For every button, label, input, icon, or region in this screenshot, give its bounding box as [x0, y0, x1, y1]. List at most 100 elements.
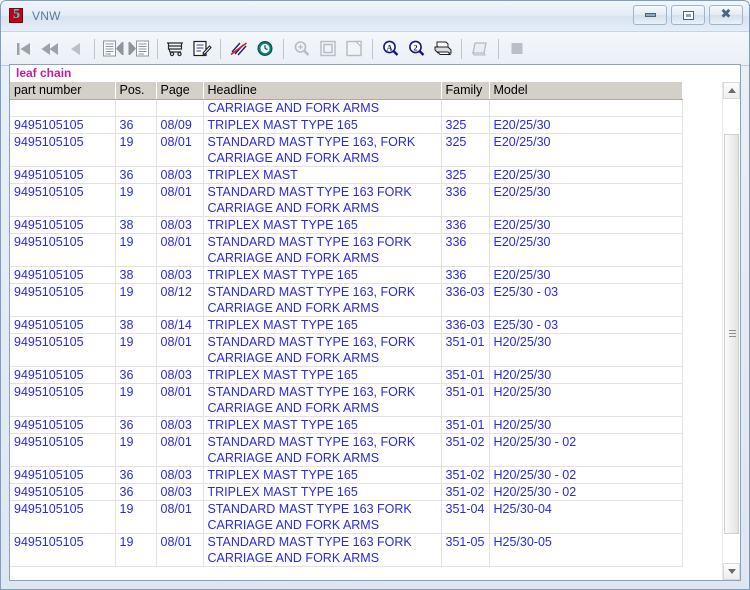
cell-page: 08/01 — [156, 433, 204, 467]
cell-family — [441, 99, 490, 117]
cell-model: H20/25/30 — [489, 416, 683, 434]
table-row[interactable]: 9495105105 36 08/03 TRIPLEX MAST TYPE 165 35… — [10, 466, 683, 484]
cell-pos: 19 — [115, 433, 157, 467]
no-hatch-icon[interactable] — [226, 36, 252, 62]
scroll-up-button[interactable] — [723, 82, 740, 99]
cell-model: H20/25/30 - 02 — [489, 466, 683, 484]
table-row[interactable]: 9495105105 19 08/01 STANDARD MAST TYPE 163 … — [10, 233, 683, 267]
fast-rewind-icon[interactable] — [37, 36, 63, 62]
cell-pos: 38 — [115, 266, 157, 284]
cell-model — [489, 99, 683, 117]
zoom-in-icon[interactable] — [289, 36, 315, 62]
cell-part-number: 9495105105 — [10, 233, 116, 267]
column-header-model[interactable]: Model — [489, 82, 683, 100]
cell-model: E25/30 - 03 — [489, 283, 683, 317]
svg-text:A: A — [386, 42, 393, 52]
cell-model: H20/25/30 — [489, 333, 683, 367]
vertical-scrollbar[interactable] — [722, 82, 740, 580]
stop-icon[interactable] — [504, 36, 530, 62]
first-record-icon[interactable] — [11, 36, 37, 62]
cell-pos: 19 — [115, 283, 157, 317]
cell-part-number: 9495105105 — [10, 283, 116, 317]
table-row[interactable]: 9495105105 38 08/03 TRIPLEX MAST TYPE 165 33… — [10, 266, 683, 284]
document-first-icon[interactable] — [100, 36, 126, 62]
table-row[interactable]: 9495105105 19 08/12 STANDARD MAST TYPE 163,… — [10, 283, 683, 317]
minimize-button[interactable] — [633, 5, 667, 25]
maximize-icon — [682, 10, 694, 20]
cell-headline: STANDARD MAST TYPE 163, FORK CARRIAGE AN… — [203, 333, 442, 367]
app-5-icon: 5 — [9, 7, 25, 24]
table-row[interactable]: 9495105105 36 08/03 TRIPLEX MAST TYPE 165 35… — [10, 366, 683, 384]
table-row[interactable]: 9495105105 19 08/01 STANDARD MAST TYPE 163,… — [10, 133, 683, 167]
cell-family: 325 — [441, 166, 490, 184]
cell-family: 351-02 — [441, 433, 490, 467]
table-row[interactable]: 9495105105 19 08/01 STANDARD MAST TYPE 163,… — [10, 383, 683, 417]
cell-pos: 19 — [115, 183, 157, 217]
window-controls: ✖ — [633, 5, 743, 25]
cell-model: E20/25/30 — [489, 266, 683, 284]
cell-part-number: 9495105105 — [10, 116, 116, 134]
cell-headline: CARRIAGE AND FORK ARMS — [203, 99, 442, 117]
cell-pos: 19 — [115, 383, 157, 417]
cell-headline: TRIPLEX MAST TYPE 165 — [203, 416, 442, 434]
table-row[interactable]: 9495105105 38 08/14 TRIPLEX MAST TYPE 165 33… — [10, 316, 683, 334]
cell-family: 351-04 — [441, 500, 490, 534]
zoom-2-icon[interactable]: 2 — [404, 36, 430, 62]
document-last-icon[interactable] — [126, 36, 152, 62]
cell-headline: STANDARD MAST TYPE 163 FORK CARRIAGE AND… — [203, 233, 442, 267]
close-button[interactable]: ✖ — [709, 5, 743, 25]
cell-headline: TRIPLEX MAST TYPE 165 — [203, 366, 442, 384]
column-header-pos[interactable]: Pos. — [115, 82, 157, 100]
column-header-family[interactable]: Family — [441, 82, 490, 100]
table-row[interactable]: 9495105105 19 08/01 STANDARD MAST TYPE 163,… — [10, 333, 683, 367]
scroll-down-button[interactable] — [723, 563, 740, 580]
table-row[interactable]: 9495105105 36 08/09 TRIPLEX MAST TYPE 165 32… — [10, 116, 683, 134]
previous-record-icon[interactable] — [63, 36, 89, 62]
zoom-a-icon[interactable]: A — [378, 36, 404, 62]
shopping-cart-icon[interactable] — [163, 36, 189, 62]
maximize-button[interactable] — [671, 5, 705, 25]
page-view-icon[interactable] — [315, 36, 341, 62]
close-icon: ✖ — [720, 7, 732, 22]
cell-headline: TRIPLEX MAST TYPE 165 — [203, 466, 442, 484]
print-icon[interactable] — [430, 36, 456, 62]
cell-family: 325 — [441, 133, 490, 167]
cell-headline: STANDARD MAST TYPE 163, FORK CARRIAGE AN… — [203, 383, 442, 417]
cell-pos: 19 — [115, 500, 157, 534]
notepad-icon[interactable] — [467, 36, 493, 62]
table-row[interactable]: 9495105105 19 08/01 STANDARD MAST TYPE 163 … — [10, 500, 683, 534]
table-row[interactable]: 9495105105 19 08/01 STANDARD MAST TYPE 163 … — [10, 183, 683, 217]
cell-part-number — [10, 99, 116, 117]
toolbar-separator — [157, 38, 158, 59]
toolbar-separator — [372, 38, 373, 59]
edit-order-icon[interactable] — [189, 36, 215, 62]
toolbar-separator — [94, 38, 95, 59]
cell-page: 08/01 — [156, 183, 204, 217]
column-header-page[interactable]: Page — [156, 82, 204, 100]
table-row[interactable]: 9495105105 36 08/03 TRIPLEX MAST TYPE 165 35… — [10, 416, 683, 434]
cell-model: H20/25/30 — [489, 383, 683, 417]
column-header-headline[interactable]: Headline — [203, 82, 442, 100]
table-row[interactable]: 9495105105 38 08/03 TRIPLEX MAST TYPE 165 33… — [10, 216, 683, 234]
cell-pos: 36 — [115, 416, 157, 434]
cell-pos: 19 — [115, 533, 157, 567]
scroll-thumb[interactable] — [724, 134, 739, 534]
clock-globe-icon[interactable] — [252, 36, 278, 62]
table-body: CARRIAGE AND FORK ARMS 9495105105 36 08/09 T… — [10, 99, 683, 567]
cell-family: 336 — [441, 183, 490, 217]
cell-page: 08/03 — [156, 166, 204, 184]
table-row[interactable]: 9495105105 36 08/03 TRIPLEX MAST 325 E20/25/3… — [10, 166, 683, 184]
table-row[interactable]: 9495105105 36 08/03 TRIPLEX MAST TYPE 165 35… — [10, 483, 683, 501]
scroll-up-arrow-icon — [727, 88, 736, 93]
column-header-part-number[interactable]: part number — [10, 82, 116, 100]
toolbar-separator — [220, 38, 221, 59]
cell-page: 08/01 — [156, 233, 204, 267]
title-bar: 5 VNW ✖ — [1, 1, 749, 32]
application-window: 5 VNW ✖ A 2 leaf chain part number Pos. … — [0, 0, 750, 590]
table-row[interactable]: 9495105105 19 08/01 STANDARD MAST TYPE 163,… — [10, 433, 683, 467]
cell-family: 336 — [441, 233, 490, 267]
table-row[interactable]: 9495105105 19 08/01 STANDARD MAST TYPE 163 … — [10, 533, 683, 567]
table-row[interactable]: CARRIAGE AND FORK ARMS — [10, 99, 683, 117]
page-blank-icon[interactable] — [341, 36, 367, 62]
results-table: part number Pos. Page Headline Family Mo… — [10, 82, 683, 567]
